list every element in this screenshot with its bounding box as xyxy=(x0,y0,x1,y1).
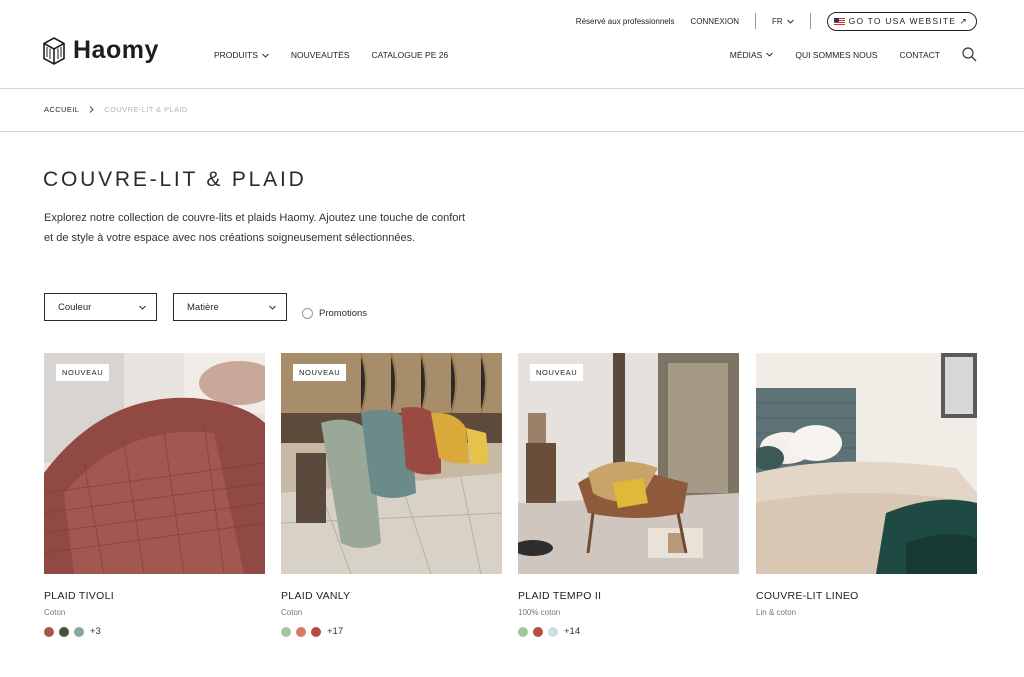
color-swatch[interactable] xyxy=(296,626,306,637)
chevron-down-icon xyxy=(269,305,276,310)
color-swatches: +14 xyxy=(518,626,739,637)
product-card[interactable]: NOUVEAU PLAID VANLY Coton +17 xyxy=(281,353,502,637)
product-name[interactable]: PLAID TIVOLI xyxy=(44,590,265,602)
us-flag-icon xyxy=(833,17,845,25)
breadcrumb-current: COUVRE-LIT & PLAID xyxy=(104,105,188,114)
product-photo xyxy=(756,353,977,574)
material-filter-label: Matière xyxy=(187,301,219,313)
color-swatch[interactable] xyxy=(281,626,291,637)
nav-nouveautes[interactable]: NOUVEAUTÉS xyxy=(291,50,350,60)
new-badge: NOUVEAU xyxy=(293,364,347,381)
product-image[interactable] xyxy=(756,353,977,574)
product-image[interactable]: NOUVEAU xyxy=(281,353,502,574)
color-swatches: +17 xyxy=(281,626,502,637)
language-selector[interactable]: FR xyxy=(772,17,794,26)
promotions-radio[interactable] xyxy=(302,308,313,319)
more-colors[interactable]: +17 xyxy=(327,626,343,637)
nav-catalogue[interactable]: CATALOGUE PE 26 xyxy=(372,50,449,60)
color-swatch[interactable] xyxy=(44,626,54,637)
new-badge: NOUVEAU xyxy=(56,364,110,381)
page-intro: Explorez notre collection de couvre-lits… xyxy=(44,209,514,248)
chevron-down-icon xyxy=(786,19,794,24)
color-swatch[interactable] xyxy=(311,626,321,637)
nav-label: MÉDIAS xyxy=(729,49,763,60)
product-image[interactable]: NOUVEAU xyxy=(518,353,739,574)
intro-line: Explorez notre collection de couvre-lits… xyxy=(44,212,466,224)
intro-line: et de style à votre espace avec nos créa… xyxy=(44,231,416,244)
chevron-down-icon xyxy=(139,305,146,310)
more-colors[interactable]: +14 xyxy=(564,626,580,637)
new-badge: NOUVEAU xyxy=(530,364,584,381)
color-swatches: +3 xyxy=(44,626,265,637)
color-swatch[interactable] xyxy=(548,626,558,637)
promotions-toggle[interactable]: Promotions xyxy=(302,308,367,319)
language-label: FR xyxy=(771,16,783,26)
pro-link[interactable]: Réservé aux professionnels xyxy=(576,17,675,26)
brand-name: Haomy xyxy=(73,36,159,64)
product-image[interactable]: NOUVEAU xyxy=(44,353,265,574)
material-filter-dropdown[interactable]: Matière xyxy=(173,293,287,321)
nav-about[interactable]: QUI SOMMES NOUS xyxy=(795,50,877,60)
nav-label: PRODUITS xyxy=(214,50,258,60)
logo[interactable]: Haomy xyxy=(43,36,159,65)
breadcrumb: ACCUEIL COUVRE-LIT & PLAID xyxy=(44,105,188,114)
divider xyxy=(0,88,1024,89)
product-material: 100% coton xyxy=(518,608,561,617)
product-name[interactable]: COUVRE-LIT LINEO xyxy=(756,590,977,602)
color-swatch[interactable] xyxy=(74,626,84,637)
chevron-down-icon xyxy=(262,53,269,58)
logo-cube-icon xyxy=(43,36,65,65)
breadcrumb-home[interactable]: ACCUEIL xyxy=(44,105,79,114)
product-card[interactable]: COUVRE-LIT LINEO Lin & coton xyxy=(756,353,977,617)
nav-contact[interactable]: CONTACT xyxy=(900,50,940,60)
divider xyxy=(754,13,756,29)
color-swatch[interactable] xyxy=(59,626,69,637)
product-material: Lin & coton xyxy=(756,608,797,617)
promotions-label: Promotions xyxy=(319,308,368,319)
product-photo xyxy=(281,353,502,574)
color-swatch[interactable] xyxy=(533,626,543,637)
product-material: Coton xyxy=(44,608,66,617)
secondary-nav: MÉDIAS QUI SOMMES NOUS CONTACT xyxy=(730,47,977,62)
product-name[interactable]: PLAID TEMPO II xyxy=(518,590,739,602)
color-filter-dropdown[interactable]: Couleur xyxy=(44,293,157,321)
product-name[interactable]: PLAID VANLY xyxy=(281,590,502,602)
page-title: COUVRE-LIT & PLAID xyxy=(43,168,307,191)
utility-bar: Réservé aux professionnels CONNEXION FR … xyxy=(576,11,977,31)
product-card[interactable]: NOUVEAU PLAID TEMPO II 100% coton +14 xyxy=(518,353,739,637)
product-photo xyxy=(518,353,739,574)
usa-website-label: GO TO USA WEBSITE ↗ xyxy=(848,15,968,26)
product-photo xyxy=(44,353,265,574)
search-icon[interactable] xyxy=(962,47,977,62)
nav-medias[interactable]: MÉDIAS xyxy=(730,50,774,60)
color-filter-label: Couleur xyxy=(58,301,92,313)
chevron-down-icon xyxy=(766,52,774,57)
color-swatch[interactable] xyxy=(518,626,528,637)
login-link[interactable]: CONNEXION xyxy=(691,17,739,26)
more-colors[interactable]: +3 xyxy=(90,626,101,637)
nav-produits[interactable]: PRODUITS xyxy=(214,50,269,60)
product-card[interactable]: NOUVEAU PLAID TIVOLI Coton +3 xyxy=(44,353,265,637)
divider xyxy=(0,131,1024,132)
usa-website-button[interactable]: GO TO USA WEBSITE ↗ xyxy=(826,11,977,31)
chevron-right-icon xyxy=(89,106,94,113)
product-material: Coton xyxy=(281,608,303,617)
divider xyxy=(809,13,811,29)
main-nav: PRODUITS NOUVEAUTÉS CATALOGUE PE 26 xyxy=(214,50,448,60)
